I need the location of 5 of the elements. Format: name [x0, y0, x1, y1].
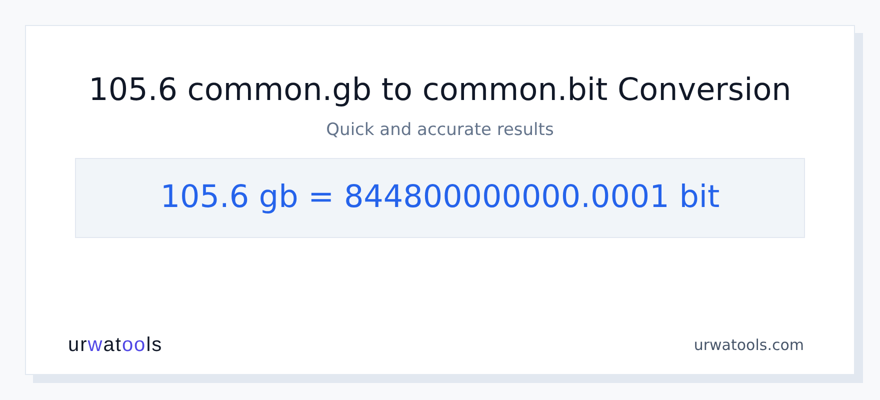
subtitle: Quick and accurate results	[326, 119, 554, 142]
site-url: urwatools.com	[694, 334, 804, 356]
result-text: 105.6 gb = 844800000000.0001 bit	[160, 178, 720, 218]
page-title: 105.6 common.gb to common.bit Conversion	[88, 71, 792, 110]
logo: urwatools	[68, 333, 163, 358]
